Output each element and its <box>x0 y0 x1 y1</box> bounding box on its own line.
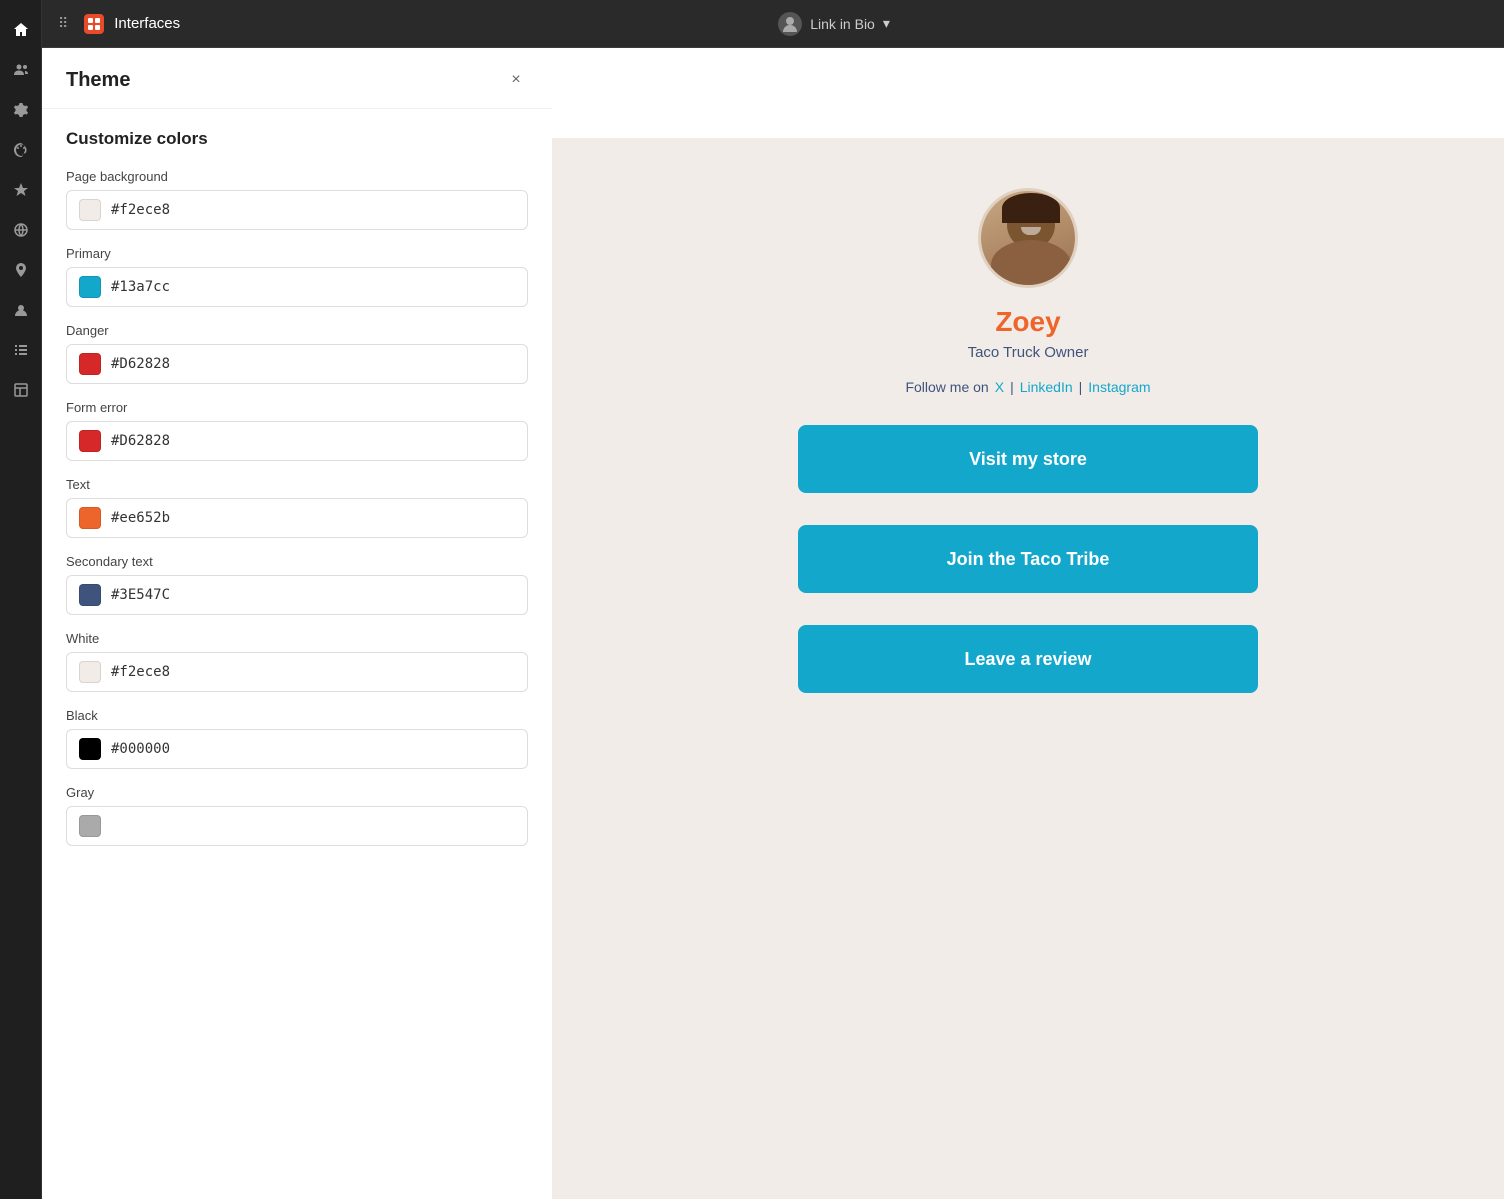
user-avatar <box>778 12 802 36</box>
color-label-3: Form error <box>66 400 528 415</box>
color-label-8: Gray <box>66 785 528 800</box>
join-taco-tribe-button[interactable]: Join the Taco Tribe <box>798 525 1258 593</box>
social-links: Follow me on X | LinkedIn | Instagram <box>905 379 1150 395</box>
color-input-row-1[interactable]: #13a7cc <box>66 267 528 307</box>
nav-rail <box>0 0 42 1199</box>
link-in-bio-dropdown[interactable]: Link in Bio ▾ <box>778 12 890 36</box>
nav-settings-icon[interactable] <box>3 92 39 128</box>
color-input-row-6[interactable]: #f2ece8 <box>66 652 528 692</box>
color-label-5: Secondary text <box>66 554 528 569</box>
theme-panel: Theme × Customize colors Page background… <box>42 48 552 1199</box>
nav-contacts-icon[interactable] <box>3 292 39 328</box>
color-value-4: #ee652b <box>111 510 170 526</box>
color-field-black: Black #000000 <box>66 708 528 769</box>
theme-panel-title: Theme <box>66 69 130 92</box>
profile-subtitle: Taco Truck Owner <box>968 344 1089 361</box>
color-value-7: #000000 <box>111 741 170 757</box>
nav-star-icon[interactable] <box>3 172 39 208</box>
nav-layout-icon[interactable] <box>3 372 39 408</box>
theme-panel-header: Theme × <box>42 48 552 109</box>
color-label-6: White <box>66 631 528 646</box>
color-label-0: Page background <box>66 169 528 184</box>
color-swatch-5 <box>79 584 101 606</box>
color-field-gray: Gray <box>66 785 528 846</box>
leave-review-button[interactable]: Leave a review <box>798 625 1258 693</box>
nav-home-icon[interactable] <box>3 12 39 48</box>
color-field-text: Text #ee652b <box>66 477 528 538</box>
dropdown-icon: ▾ <box>883 15 890 32</box>
avatar-body <box>991 240 1071 288</box>
link-in-bio-label: Link in Bio <box>810 16 875 32</box>
avatar-hair <box>1002 193 1060 223</box>
color-swatch-1 <box>79 276 101 298</box>
nav-palette-icon[interactable] <box>3 132 39 168</box>
color-input-row-3[interactable]: #D62828 <box>66 421 528 461</box>
app-title: Interfaces <box>114 15 180 32</box>
social-sep-1: | <box>1010 379 1014 395</box>
social-link-x[interactable]: X <box>995 379 1004 395</box>
social-link-instagram[interactable]: Instagram <box>1088 379 1150 395</box>
color-input-row-2[interactable]: #D62828 <box>66 344 528 384</box>
color-field-form-error: Form error #D62828 <box>66 400 528 461</box>
color-swatch-7 <box>79 738 101 760</box>
color-value-1: #13a7cc <box>111 279 170 295</box>
color-input-row-8[interactable] <box>66 806 528 846</box>
main-area: ⠿ Interfaces Link in Bio <box>42 0 1504 1199</box>
color-label-4: Text <box>66 477 528 492</box>
content-area: Theme × Customize colors Page background… <box>42 48 1504 1199</box>
follow-text: Follow me on <box>905 379 988 395</box>
color-label-2: Danger <box>66 323 528 338</box>
color-swatch-0 <box>79 199 101 221</box>
nav-location-icon[interactable] <box>3 252 39 288</box>
profile-name: Zoey <box>995 306 1060 338</box>
outer-preview: Zoey Taco Truck Owner Follow me on X | L… <box>552 48 1504 1199</box>
topbar-left: ⠿ Interfaces <box>58 14 180 34</box>
color-fields: Page background #f2ece8 Primary #13a7cc Dang… <box>66 169 528 846</box>
color-input-row-4[interactable]: #ee652b <box>66 498 528 538</box>
social-link-linkedin[interactable]: LinkedIn <box>1020 379 1073 395</box>
color-field-primary: Primary #13a7cc <box>66 246 528 307</box>
color-value-6: #f2ece8 <box>111 664 170 680</box>
app-logo <box>84 14 104 34</box>
color-value-0: #f2ece8 <box>111 202 170 218</box>
color-swatch-4 <box>79 507 101 529</box>
color-swatch-3 <box>79 430 101 452</box>
preview-body: Zoey Taco Truck Owner Follow me on X | L… <box>552 138 1504 1199</box>
color-value-5: #3E547C <box>111 587 170 603</box>
topbar: ⠿ Interfaces Link in Bio <box>42 0 1504 48</box>
visit-store-button[interactable]: Visit my store <box>798 425 1258 493</box>
color-field-secondary-text: Secondary text #3E547C <box>66 554 528 615</box>
profile-avatar-container <box>978 188 1078 288</box>
color-swatch-2 <box>79 353 101 375</box>
color-field-white: White #f2ece8 <box>66 631 528 692</box>
profile-avatar <box>978 188 1078 288</box>
color-value-3: #D62828 <box>111 433 170 449</box>
theme-panel-body: Customize colors Page background#f2ece8P… <box>42 109 552 1199</box>
social-sep-2: | <box>1079 379 1083 395</box>
customize-title: Customize colors <box>66 129 528 149</box>
nav-globe-icon[interactable] <box>3 212 39 248</box>
color-value-2: #D62828 <box>111 356 170 372</box>
color-label-1: Primary <box>66 246 528 261</box>
color-swatch-8 <box>79 815 101 837</box>
topbar-center: Link in Bio ▾ <box>180 12 1488 36</box>
profile-card: Zoey Taco Truck Owner Follow me on X | L… <box>798 188 1258 705</box>
nav-people-icon[interactable] <box>3 52 39 88</box>
color-label-7: Black <box>66 708 528 723</box>
color-input-row-5[interactable]: #3E547C <box>66 575 528 615</box>
color-field-page-background: Page background #f2ece8 <box>66 169 528 230</box>
color-input-row-0[interactable]: #f2ece8 <box>66 190 528 230</box>
color-input-row-7[interactable]: #000000 <box>66 729 528 769</box>
color-field-danger: Danger #D62828 <box>66 323 528 384</box>
color-swatch-6 <box>79 661 101 683</box>
close-button[interactable]: × <box>504 68 528 92</box>
preview-top-bar <box>552 48 1504 138</box>
nav-list-icon[interactable] <box>3 332 39 368</box>
grid-icon[interactable]: ⠿ <box>58 15 68 32</box>
